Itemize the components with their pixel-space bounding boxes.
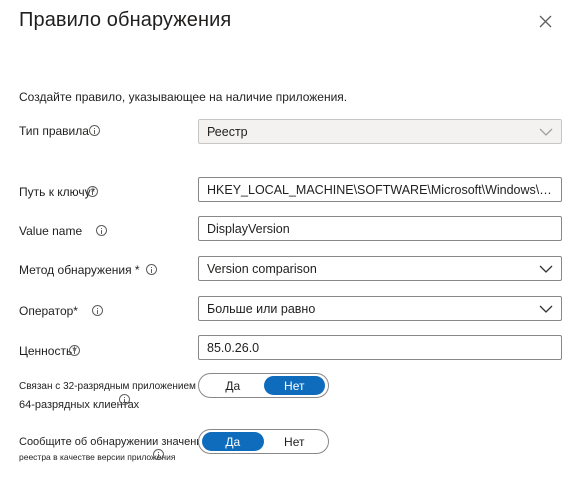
detection-method-value: Version comparison (207, 261, 317, 276)
detection-method-dropdown[interactable]: Version comparison (198, 256, 562, 281)
value-label: Ценность* (19, 343, 80, 358)
chevron-down-icon (539, 305, 553, 313)
dialog-description: Создайте правило, указывающее на наличие… (19, 90, 348, 104)
info-icon[interactable] (68, 345, 80, 357)
dialog-title: Правило обнаружения (19, 9, 232, 31)
bit32-label-line2: 64-разрядных клиентах (19, 394, 210, 412)
bit32-label-line1: Связан с 32-разрядным приложением на (19, 381, 210, 392)
key-path-input[interactable]: HKEY_LOCAL_MACHINE\SOFTWARE\Microsoft\Wi… (198, 177, 562, 202)
close-icon (539, 15, 552, 28)
key-path-value: HKEY_LOCAL_MACHINE\SOFTWARE\Microsoft\Wi… (207, 182, 553, 197)
bit32-label: Связан с 32-разрядным приложением на 64-… (19, 381, 210, 411)
report-version-option-yes[interactable]: Да (202, 432, 264, 451)
operator-label: Оператор* (19, 303, 103, 318)
bit32-toggle[interactable]: Да Нет (198, 373, 329, 398)
bit32-option-no[interactable]: Нет (263, 376, 325, 395)
info-icon[interactable] (96, 225, 108, 237)
value-value: 85.0.26.0 (207, 340, 260, 355)
key-path-label: Путь к ключу* (19, 184, 99, 199)
rule-type-label: Тип правила (19, 123, 100, 138)
operator-dropdown[interactable]: Больше или равно (198, 296, 562, 321)
chevron-down-icon (539, 265, 553, 273)
report-version-label: Сообщите об обнаружении значения реестра… (19, 436, 208, 462)
info-icon[interactable] (145, 264, 157, 276)
bit32-option-yes[interactable]: Да (202, 376, 264, 395)
info-icon[interactable] (87, 186, 99, 198)
report-version-label-line1: Сообщите об обнаружении значения (19, 436, 209, 448)
value-input[interactable]: 85.0.26.0 (198, 335, 562, 360)
info-icon[interactable] (91, 305, 103, 317)
value-name-label: Value name (19, 223, 108, 238)
operator-value: Больше или равно (207, 301, 316, 316)
detection-method-label: Метод обнаружения * (19, 262, 157, 277)
value-name-input[interactable]: DisplayVersion (198, 216, 562, 241)
rule-type-value: Реестр (207, 124, 248, 139)
close-button[interactable] (536, 12, 556, 32)
report-version-label-line2: реестра в качестве версии приложения (19, 448, 208, 463)
chevron-down-icon (539, 128, 553, 136)
rule-type-dropdown[interactable]: Реестр (198, 119, 562, 144)
report-version-option-no[interactable]: Нет (264, 432, 326, 451)
report-version-toggle[interactable]: Да Нет (198, 429, 329, 454)
value-name-value: DisplayVersion (207, 221, 290, 236)
info-icon[interactable] (88, 125, 100, 137)
